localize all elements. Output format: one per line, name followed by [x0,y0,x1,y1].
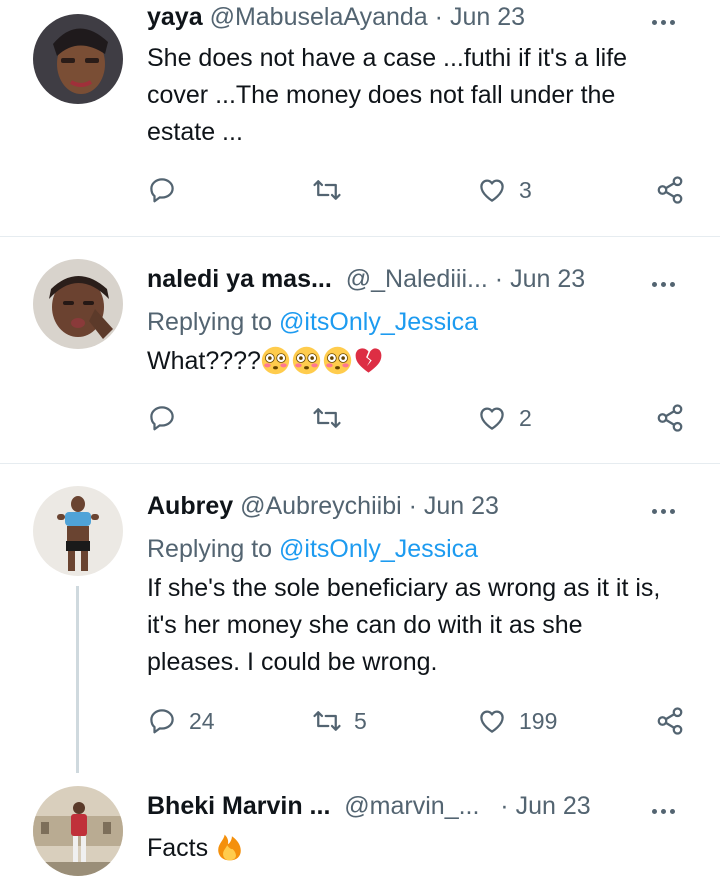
tweet-date[interactable]: Jun 23 [450,3,525,31]
display-name[interactable]: Aubrey [147,492,233,520]
retweet-count: 5 [354,707,367,734]
reply-button[interactable]: 24 [147,706,215,736]
retweet-icon [313,180,341,200]
tweet-text: Facts [147,834,209,862]
reply-count: 24 [189,707,215,734]
user-handle[interactable]: @_Nalediii... [346,265,488,293]
reply-icon [150,709,174,734]
replying-to-label: Replying to [147,308,273,336]
tweet-actions: 24 5 199 [147,706,707,746]
tweet-text-container: Facts [147,830,687,867]
replying-to-label: Replying to [147,535,273,563]
like-button[interactable]: 2 [477,403,532,433]
thread-connector [76,586,79,773]
tweet-date[interactable]: Jun 23 [516,792,591,820]
flushed-face-emoji [323,346,352,375]
tweet-actions: 2 [147,403,707,443]
tweet-date[interactable]: Jun 23 [424,492,499,520]
tweet-bheki[interactable]: Bheki Marvin ... @marvin_... · Jun 23 Fa… [0,774,720,888]
tweet-aubrey[interactable]: Aubrey @Aubreychiibi · Jun 23 Replying t… [0,464,720,774]
heart-icon [480,710,504,733]
tweet-header: yaya @MabuselaAyanda · Jun 23 [147,2,525,32]
tweet-text: She does not have a case ...futhi if it'… [147,44,628,146]
retweet-button[interactable] [312,403,354,433]
separator-dot: · [408,492,417,520]
more-options-icon[interactable] [652,501,688,514]
reply-icon [150,178,174,203]
display-name[interactable]: Bheki Marvin ... [147,792,330,820]
tweet-text: What???? [147,347,261,375]
like-button[interactable]: 199 [477,706,557,736]
like-button[interactable]: 3 [477,175,532,205]
display-name[interactable]: naledi ya mas... [147,265,332,293]
share-button[interactable] [655,403,685,433]
reply-icon [150,406,174,431]
mention-link[interactable]: @itsOnly_Jessica [279,535,478,563]
more-options-icon[interactable] [652,801,688,814]
tweet-header: naledi ya mas... @_Nalediii... · Jun 23 [147,264,585,294]
share-button[interactable] [655,706,685,736]
avatar[interactable] [33,259,123,349]
user-handle[interactable]: @MabuselaAyanda [210,3,428,31]
broken-heart-emoji [355,348,382,373]
retweet-button[interactable]: 5 [312,706,367,736]
separator-dot: · [494,265,504,293]
retweet-icon [313,711,341,731]
like-count: 2 [519,404,532,431]
reply-button[interactable] [147,403,189,433]
more-options-icon[interactable] [652,12,688,25]
like-count: 3 [519,176,532,203]
heart-icon [480,179,504,202]
reply-button[interactable] [147,175,189,205]
tweet-header: Bheki Marvin ... @marvin_... · Jun 23 [147,791,591,821]
share-icon [657,176,683,204]
share-icon [657,707,683,735]
fire-emoji [218,834,241,861]
tweet-text: If she's the sole beneficiary as wrong a… [147,574,661,676]
separator-dot: · [500,792,509,820]
user-handle[interactable]: @marvin_... [344,792,479,820]
share-icon [657,404,683,432]
mention-link[interactable]: @itsOnly_Jessica [279,308,478,336]
separator-dot: · [434,3,443,31]
tweet-actions: 3 [147,175,707,215]
flushed-face-emoji [261,346,290,375]
retweet-icon [313,408,341,428]
tweet-yaya[interactable]: yaya @MabuselaAyanda · Jun 23 She does n… [0,0,720,234]
share-button[interactable] [655,175,685,205]
user-handle[interactable]: @Aubreychiibi [240,492,402,520]
replying-to: Replying to @itsOnly_Jessica [147,307,478,337]
retweet-button[interactable] [312,175,354,205]
like-count: 199 [519,707,558,734]
tweet-naledi[interactable]: naledi ya mas... @_Nalediii... · Jun 23 … [0,237,720,463]
tweet-text-container: What???? [147,343,687,380]
avatar[interactable] [33,786,123,876]
tweet-header: Aubrey @Aubreychiibi · Jun 23 [147,491,499,521]
display-name[interactable]: yaya [147,3,203,31]
avatar[interactable] [33,486,123,576]
replying-to: Replying to @itsOnly_Jessica [147,534,478,564]
tweet-date[interactable]: Jun 23 [510,265,585,293]
more-options-icon[interactable] [652,274,688,287]
avatar[interactable] [33,14,123,104]
heart-icon [480,407,504,430]
flushed-face-emoji [292,346,321,375]
